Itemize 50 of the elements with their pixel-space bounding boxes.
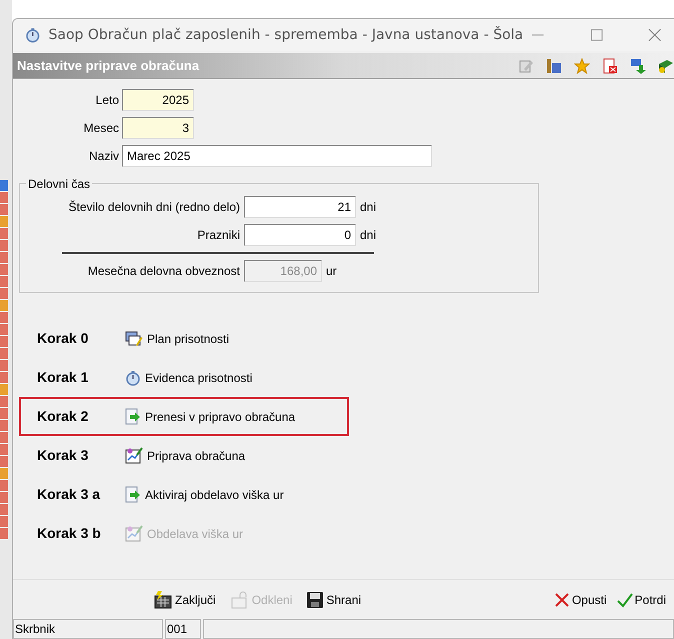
stopwatch-icon bbox=[25, 27, 40, 43]
step-link[interactable]: Priprava obračuna bbox=[125, 446, 246, 464]
status-cell: Skrbnik bbox=[13, 619, 163, 639]
step-link[interactable]: Prenesi v pripravo obračuna bbox=[125, 408, 296, 426]
step-link[interactable]: Plan prisotnosti bbox=[125, 330, 230, 348]
number-field[interactable]: 21 bbox=[244, 196, 356, 218]
pencil-icon[interactable] bbox=[518, 58, 534, 74]
step-link[interactable]: Aktiviraj obdelavo viška ur bbox=[125, 486, 284, 504]
dialog-button[interactable]: Potrdi bbox=[616, 590, 666, 608]
step-label: Korak 1 bbox=[37, 368, 90, 387]
step-link[interactable]: Evidenca prisotnosti bbox=[125, 368, 252, 386]
step-label: Korak 2 bbox=[37, 407, 90, 426]
check-icon bbox=[616, 592, 633, 608]
maximize-icon[interactable] bbox=[590, 28, 604, 42]
stopwatch-icon bbox=[125, 370, 141, 386]
calendar-icon bbox=[125, 330, 143, 346]
step-label: Korak 3 b bbox=[37, 524, 102, 543]
step-label: Korak 3 a bbox=[37, 485, 102, 504]
delete-document-icon[interactable] bbox=[602, 58, 618, 74]
header-title: Nastavitve priprave obračuna bbox=[17, 56, 200, 75]
chart-pencil-icon bbox=[125, 447, 143, 464]
unit-label: dni bbox=[360, 227, 376, 244]
field-label: Naziv bbox=[88, 148, 119, 165]
window-title: Saop Obračun plač zaposlenih - sprememba - Javna ustanova - Šola bbox=[48, 25, 524, 44]
field-label: Leto bbox=[94, 92, 119, 109]
input-field[interactable]: 2025 bbox=[122, 89, 194, 111]
cross-icon bbox=[554, 592, 570, 608]
unit-label: ur bbox=[326, 263, 337, 280]
step-label: Korak 3 bbox=[37, 446, 90, 465]
dialog-button[interactable]: Opusti bbox=[554, 590, 607, 608]
star-icon[interactable] bbox=[574, 58, 590, 74]
export-icon[interactable] bbox=[630, 58, 646, 74]
input-field[interactable]: 3 bbox=[122, 117, 194, 139]
field-label: Prazniki bbox=[196, 227, 240, 244]
chart-pencil-icon bbox=[125, 525, 143, 542]
toolbar-button[interactable]: Zaključi bbox=[153, 590, 216, 608]
field-label: Število delovnih dni (redno delo) bbox=[68, 199, 240, 216]
document-arrow-icon bbox=[125, 486, 141, 503]
input-field[interactable]: Marec 2025 bbox=[122, 145, 432, 167]
calendar-lightning-icon bbox=[153, 590, 173, 608]
number-field[interactable]: 0 bbox=[244, 224, 356, 246]
field-label: Mesec bbox=[82, 120, 119, 137]
step-label: Korak 0 bbox=[37, 329, 90, 348]
document-arrow-icon bbox=[125, 408, 141, 425]
columns-icon[interactable] bbox=[546, 58, 562, 74]
unit-label: dni bbox=[360, 199, 376, 216]
close-icon[interactable] bbox=[648, 28, 662, 42]
toolbar-button[interactable]: Shrani bbox=[306, 590, 362, 608]
status-cell: 001 bbox=[165, 619, 201, 639]
field-label: Mesečna delovna obveznost bbox=[86, 263, 240, 280]
